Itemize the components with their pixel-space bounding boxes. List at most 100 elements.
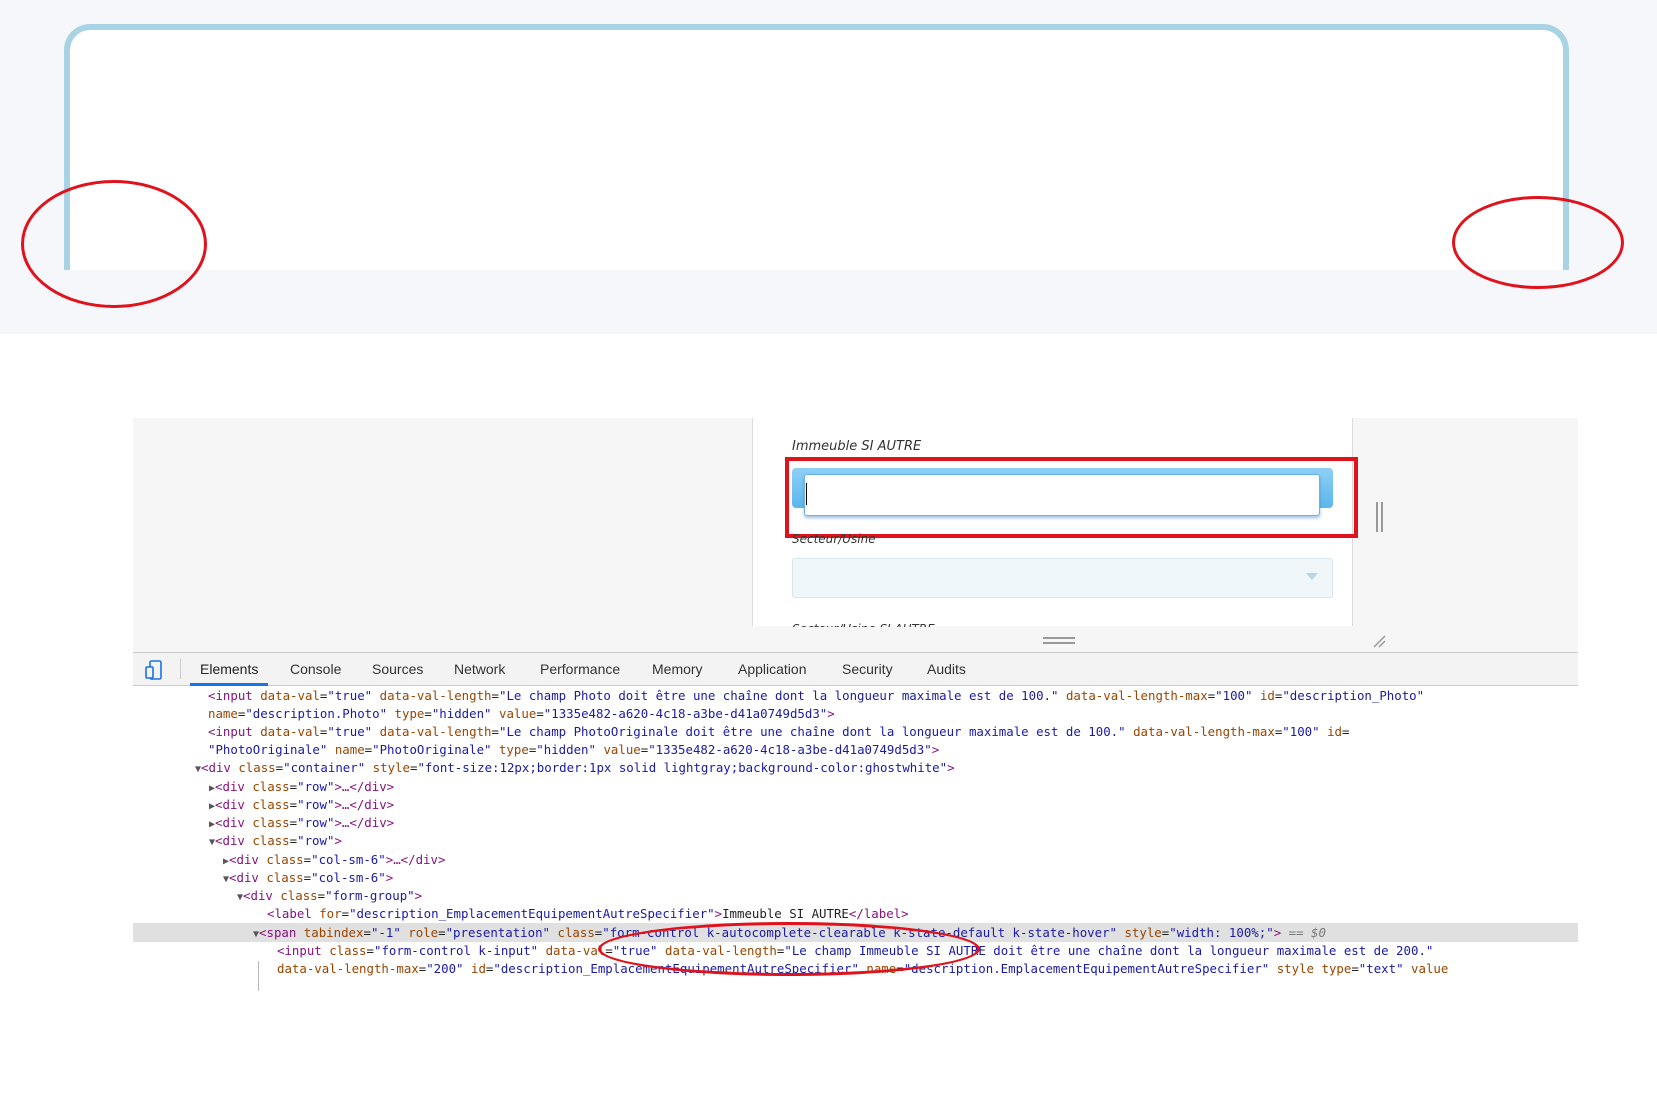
tag-collapsed: >…</div> bbox=[334, 815, 395, 830]
dom-node-input-photo-cont[interactable]: name="description.Photo" type="hidden" v… bbox=[133, 704, 1578, 723]
annotation-ellipse-right-corner bbox=[1452, 196, 1624, 289]
dom-node-label[interactable]: <label for="description_EmplacementEquip… bbox=[133, 904, 1578, 923]
tab-audits[interactable]: Audits bbox=[927, 652, 966, 686]
annotation-ellipse-left-corner bbox=[21, 180, 207, 308]
horizontal-resize-handle-icon[interactable] bbox=[1043, 637, 1075, 644]
attr-name: data-val-length-max bbox=[1065, 688, 1208, 703]
attr-name: role bbox=[408, 925, 439, 940]
tag-open: <div bbox=[215, 779, 253, 794]
tag-close: > bbox=[385, 870, 394, 885]
attr-name: id bbox=[471, 961, 486, 976]
attr-value: "description_Photo" bbox=[1282, 688, 1425, 703]
attr-value: "1335e482-a620-4c18-a3be-d41a0749d5d3" bbox=[543, 706, 828, 721]
tag-open: <div bbox=[229, 852, 267, 867]
attr-value: "width: 100%;" bbox=[1169, 925, 1274, 940]
annotation-ellipse-class-attr bbox=[598, 922, 980, 976]
tag-close: > bbox=[414, 888, 423, 903]
attr-name: data-val bbox=[545, 943, 606, 958]
attr-name: tabindex bbox=[303, 925, 364, 940]
attr-name: id bbox=[1327, 724, 1342, 739]
dom-node-div-container[interactable]: ▼<div class="container" style="font-size… bbox=[133, 758, 1578, 777]
attr-value: "container" bbox=[283, 760, 366, 775]
tag-open: <input bbox=[208, 688, 261, 703]
attr-value: "true" bbox=[327, 688, 373, 703]
tag-close: > bbox=[827, 706, 835, 721]
attr-value: "presentation" bbox=[445, 925, 551, 940]
dom-node-div-row-expanded[interactable]: ▼<div class="row"> bbox=[133, 831, 1578, 850]
attr-value: "PhotoOriginale" bbox=[208, 742, 328, 757]
attr-value: "text" bbox=[1358, 961, 1404, 976]
tag-open: <input bbox=[208, 724, 261, 739]
attr-name: value bbox=[499, 706, 537, 721]
corner-resize-handle-icon[interactable] bbox=[1372, 634, 1386, 648]
attr-name: name bbox=[334, 742, 365, 757]
attr-name: name bbox=[208, 706, 238, 721]
immeuble-si-autre-label: Immeuble SI AUTRE bbox=[792, 439, 922, 454]
attr-name: data-val bbox=[260, 724, 320, 739]
tag-collapsed: >…</div> bbox=[334, 779, 395, 794]
attr-value: "hidden" bbox=[431, 706, 492, 721]
dom-node-div-row[interactable]: ▶<div class="row">…</div> bbox=[133, 795, 1578, 814]
attr-name: style bbox=[1124, 925, 1162, 940]
attr-value: "hidden" bbox=[536, 742, 596, 757]
attr-value: "true" bbox=[327, 724, 373, 739]
tag-close: </label> bbox=[848, 906, 909, 921]
attr-name: class bbox=[252, 797, 290, 812]
tag-open: <div bbox=[215, 797, 253, 812]
attr-value: "100" bbox=[1282, 724, 1320, 739]
zoomed-input-bottom bbox=[70, 215, 1563, 270]
tag-close: > bbox=[334, 833, 342, 848]
tag-collapsed: >…</div> bbox=[334, 797, 395, 812]
tag-open: <span bbox=[259, 925, 304, 940]
tab-application[interactable]: Application bbox=[738, 652, 807, 686]
secteur-usine-si-autre-label: Secteur/Usine SI AUTRE bbox=[792, 617, 972, 627]
attr-name: data-val-length bbox=[379, 688, 492, 703]
attr-name: data-val-length-max bbox=[1133, 724, 1275, 739]
tag-open: <div bbox=[215, 833, 253, 848]
attr-value: "row" bbox=[297, 833, 335, 848]
tag-open: <div bbox=[201, 760, 239, 775]
attr-name: type bbox=[394, 706, 425, 721]
attr-name: for bbox=[319, 906, 342, 921]
annotation-rectangle-input bbox=[785, 457, 1358, 538]
attr-value: "Le champ Photo doit être une chaîne don… bbox=[498, 688, 1059, 703]
tag-close: > bbox=[947, 760, 955, 775]
tab-elements[interactable]: Elements bbox=[190, 652, 269, 686]
attr-name: style bbox=[1276, 961, 1315, 976]
selected-node-marker: == $0 bbox=[1281, 925, 1326, 940]
attr-value: "row" bbox=[297, 797, 335, 812]
dom-node-input-photo[interactable]: <input data-val="true" data-val-length="… bbox=[133, 686, 1578, 705]
vertical-resize-handle-icon[interactable] bbox=[1376, 502, 1383, 532]
dom-node-div-col[interactable]: ▶<div class="col-sm-6">…</div> bbox=[133, 850, 1578, 869]
dom-node-input-photooriginale-cont[interactable]: "PhotoOriginale" name="PhotoOriginale" t… bbox=[133, 740, 1578, 759]
tag-open: <label bbox=[267, 906, 320, 921]
label-text: Immeuble SI AUTRE bbox=[722, 906, 849, 921]
attr-value: "description.Photo" bbox=[245, 706, 388, 721]
attr-name: class bbox=[238, 760, 276, 775]
device-mode-icon[interactable] bbox=[145, 660, 163, 680]
tab-performance[interactable]: Performance bbox=[540, 652, 620, 686]
secteur-usine-select[interactable] bbox=[792, 558, 1333, 598]
attr-value: "form-control k-input" bbox=[374, 943, 539, 958]
tab-security[interactable]: Security bbox=[842, 652, 893, 686]
tag-collapsed: >…</div> bbox=[385, 852, 446, 867]
dom-node-div-form-group[interactable]: ▼<div class="form-group"> bbox=[133, 886, 1578, 905]
attr-value: "description_EmplacementEquipementAutreS… bbox=[349, 906, 715, 921]
tab-console[interactable]: Console bbox=[290, 652, 341, 686]
dom-node-div-col-expanded[interactable]: ▼<div class="col-sm-6"> bbox=[133, 868, 1578, 887]
attr-value: "row" bbox=[297, 779, 335, 794]
tab-network[interactable]: Network bbox=[454, 652, 505, 686]
attr-value: "-1" bbox=[370, 925, 401, 940]
dom-node-input-photooriginale[interactable]: <input data-val="true" data-val-length="… bbox=[133, 722, 1578, 741]
attr-name: class bbox=[266, 870, 304, 885]
attr-name: class bbox=[266, 852, 304, 867]
tag-open: <div bbox=[243, 888, 281, 903]
attr-name: style bbox=[372, 760, 410, 775]
tab-memory[interactable]: Memory bbox=[652, 652, 703, 686]
tab-sources[interactable]: Sources bbox=[372, 652, 423, 686]
attr-name: type bbox=[1321, 961, 1352, 976]
attr-value: "col-sm-6" bbox=[311, 870, 386, 885]
dropdown-arrow-icon[interactable] bbox=[1306, 573, 1318, 580]
dom-node-div-row[interactable]: ▶<div class="row">…</div> bbox=[133, 813, 1578, 832]
dom-node-div-row[interactable]: ▶<div class="row">…</div> bbox=[133, 777, 1578, 796]
